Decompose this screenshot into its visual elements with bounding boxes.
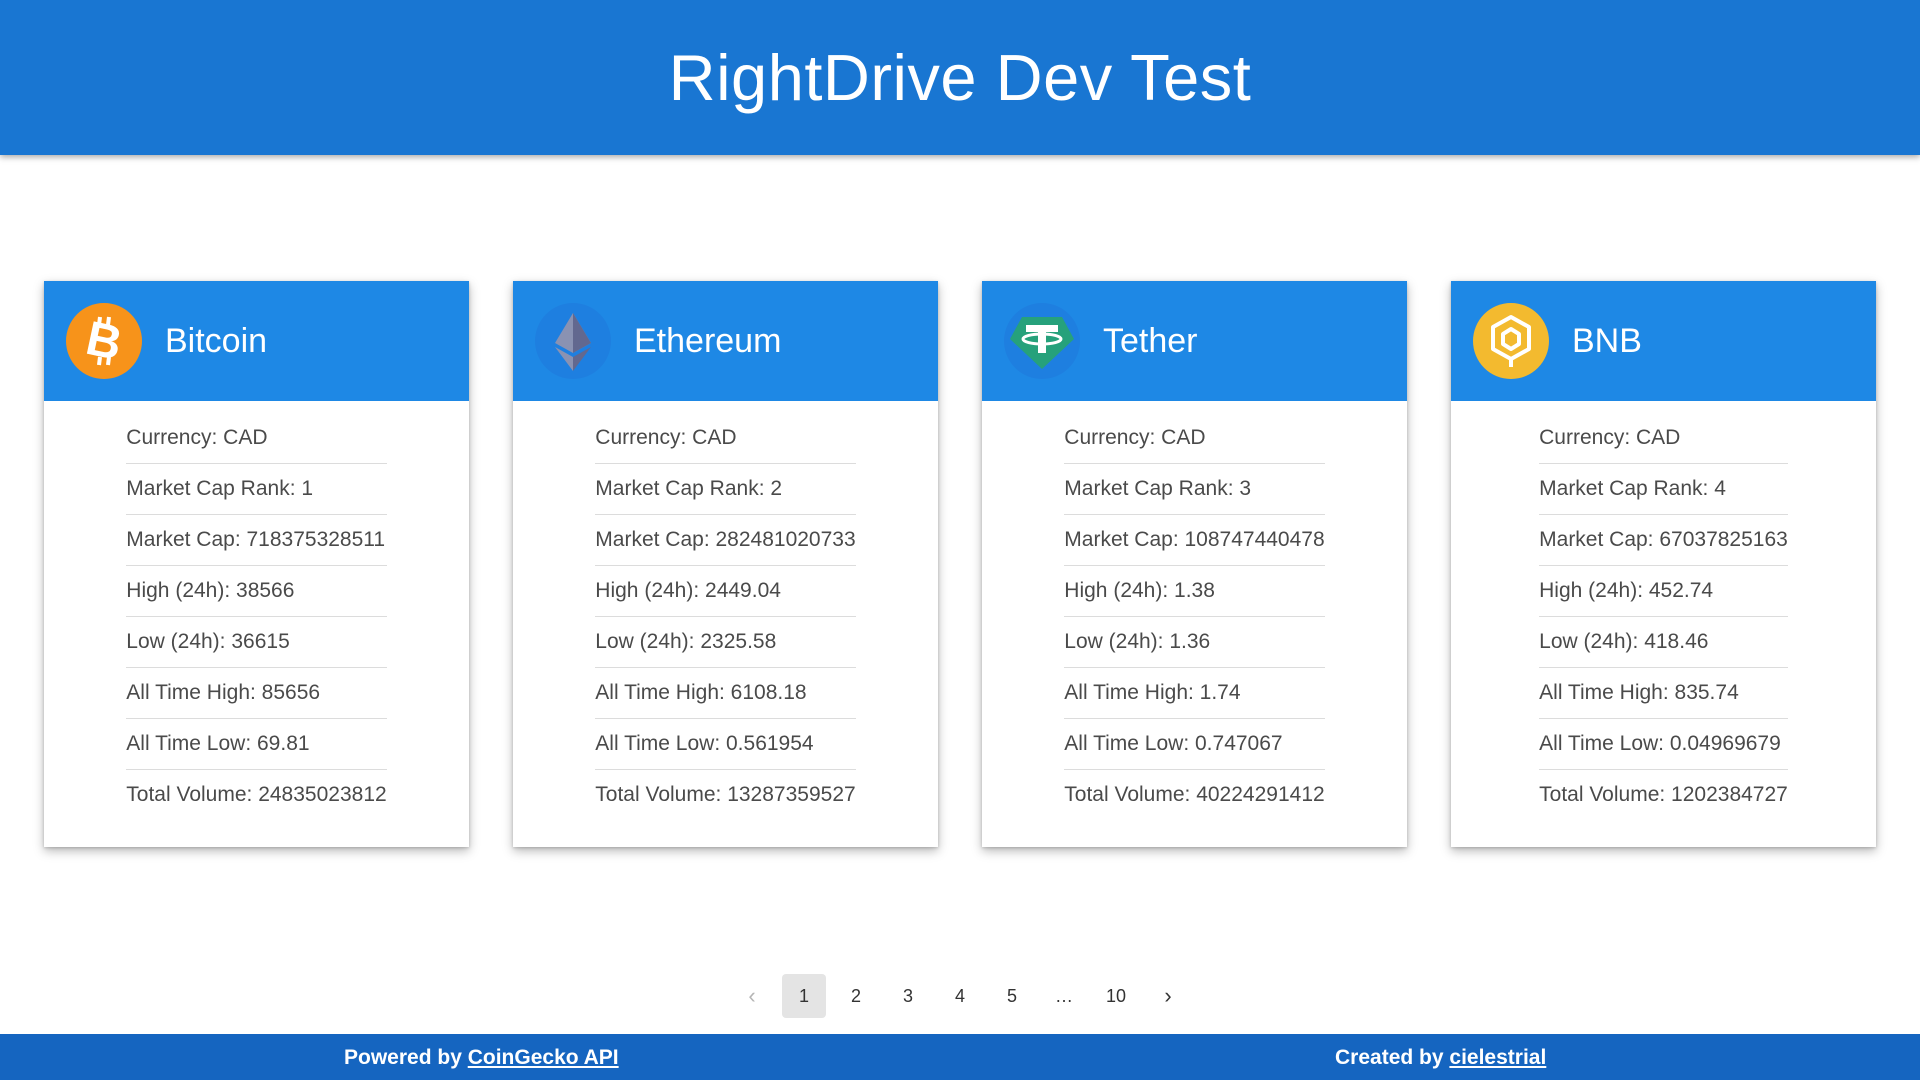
stat-total-volume: Total Volume: 24835023812 [126, 783, 387, 806]
stat-all-time-high: All Time High: 85656 [126, 668, 387, 719]
stat-currency: Currency: CAD [1539, 413, 1788, 464]
stat-market-cap: Market Cap: 282481020733 [595, 515, 856, 566]
stat-market-cap-rank: Market Cap Rank: 3 [1064, 464, 1325, 515]
author-link[interactable]: cielestrial [1449, 1046, 1546, 1069]
tether-logo-icon [1004, 303, 1080, 379]
coin-card-ethereum: Ethereum Currency: CAD Market Cap Rank: … [513, 281, 938, 847]
coin-name: Tether [1103, 321, 1198, 360]
stat-all-time-high: All Time High: 835.74 [1539, 668, 1788, 719]
stat-all-time-high: All Time High: 1.74 [1064, 668, 1325, 719]
stat-market-cap-rank: Market Cap Rank: 2 [595, 464, 856, 515]
stat-currency: Currency: CAD [1064, 413, 1325, 464]
created-by-label: Created by [1335, 1046, 1444, 1069]
stat-all-time-low: All Time Low: 69.81 [126, 719, 387, 770]
coin-name: BNB [1572, 321, 1642, 360]
card-header: BNB [1451, 281, 1876, 401]
page-button-2[interactable]: 2 [834, 974, 878, 1018]
coin-card-bnb: BNB Currency: CAD Market Cap Rank: 4 Mar… [1451, 281, 1876, 847]
stat-market-cap: Market Cap: 108747440478 [1064, 515, 1325, 566]
stat-low-24h: Low (24h): 36615 [126, 617, 387, 668]
stat-high-24h: High (24h): 452.74 [1539, 566, 1788, 617]
stat-market-cap: Market Cap: 67037825163 [1539, 515, 1788, 566]
stat-currency: Currency: CAD [595, 413, 856, 464]
powered-by-label: Powered by [344, 1046, 462, 1069]
coin-card-bitcoin: B Bitcoin Currency: CAD Market Cap Rank:… [44, 281, 469, 847]
coin-card-tether: Tether Currency: CAD Market Cap Rank: 3 … [982, 281, 1407, 847]
stat-high-24h: High (24h): 38566 [126, 566, 387, 617]
stat-total-volume: Total Volume: 40224291412 [1064, 783, 1325, 806]
stat-all-time-low: All Time Low: 0.561954 [595, 719, 856, 770]
coin-name: Bitcoin [165, 321, 268, 360]
app-header: RightDrive Dev Test [0, 0, 1920, 155]
ethereum-logo-icon [535, 303, 611, 379]
footer: Powered by CoinGecko API Created by ciel… [0, 1034, 1920, 1080]
page-button-3[interactable]: 3 [886, 974, 930, 1018]
footer-created-by: Created by cielestrial [1335, 1046, 1546, 1070]
stat-low-24h: Low (24h): 418.46 [1539, 617, 1788, 668]
stat-market-cap: Market Cap: 718375328511 [126, 515, 387, 566]
footer-powered-by: Powered by CoinGecko API [344, 1046, 619, 1070]
coin-stats-list: Currency: CAD Market Cap Rank: 2 Market … [595, 401, 856, 820]
page-button-1[interactable]: 1 [782, 974, 826, 1018]
stat-market-cap-rank: Market Cap Rank: 4 [1539, 464, 1788, 515]
page-button-last[interactable]: 10 [1094, 974, 1138, 1018]
coin-stats-list: Currency: CAD Market Cap Rank: 4 Market … [1539, 401, 1788, 820]
stat-low-24h: Low (24h): 1.36 [1064, 617, 1325, 668]
bnb-logo-icon [1473, 303, 1549, 379]
bitcoin-logo-icon: B [66, 303, 142, 379]
coin-stats-list: Currency: CAD Market Cap Rank: 1 Market … [126, 401, 387, 820]
card-header: B Bitcoin [44, 281, 469, 401]
page-title: RightDrive Dev Test [668, 41, 1252, 114]
stat-high-24h: High (24h): 1.38 [1064, 566, 1325, 617]
stat-currency: Currency: CAD [126, 413, 387, 464]
stat-market-cap-rank: Market Cap Rank: 1 [126, 464, 387, 515]
stat-all-time-high: All Time High: 6108.18 [595, 668, 856, 719]
chevron-right-icon[interactable]: › [1146, 974, 1190, 1018]
page-button-5[interactable]: 5 [990, 974, 1034, 1018]
stat-low-24h: Low (24h): 2325.58 [595, 617, 856, 668]
svg-text:B: B [81, 312, 126, 371]
stat-all-time-low: All Time Low: 0.747067 [1064, 719, 1325, 770]
chevron-left-icon[interactable]: ‹ [730, 974, 774, 1018]
stat-high-24h: High (24h): 2449.04 [595, 566, 856, 617]
coin-stats-list: Currency: CAD Market Cap Rank: 3 Market … [1064, 401, 1325, 820]
stat-all-time-low: All Time Low: 0.04969679 [1539, 719, 1788, 770]
coin-name: Ethereum [634, 321, 782, 360]
page-button-4[interactable]: 4 [938, 974, 982, 1018]
stat-total-volume: Total Volume: 13287359527 [595, 783, 856, 806]
stat-total-volume: Total Volume: 1202384727 [1539, 783, 1788, 806]
card-header: Tether [982, 281, 1407, 401]
card-header: Ethereum [513, 281, 938, 401]
coingecko-api-link[interactable]: CoinGecko API [468, 1046, 619, 1069]
page-ellipsis: … [1055, 985, 1073, 1006]
pagination: ‹ 1 2 3 4 5 … 10 › [0, 974, 1920, 1018]
